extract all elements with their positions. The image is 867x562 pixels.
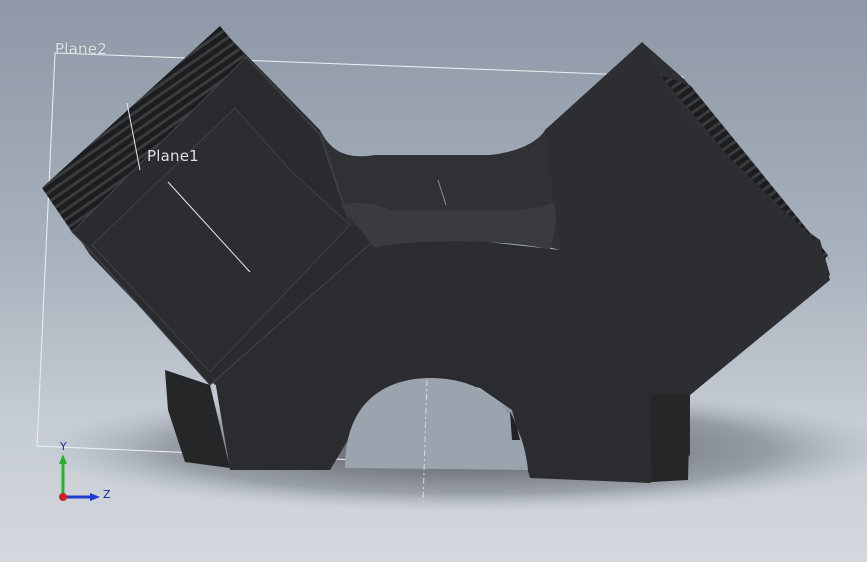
graphics-viewport[interactable]: Plane2 Plane1 Y Z (0, 0, 867, 562)
plane2-label[interactable]: Plane2 (55, 40, 107, 58)
model-canvas[interactable] (0, 0, 867, 562)
triad-y-label: Y (60, 440, 67, 453)
reference-triad: Y Z (50, 440, 130, 510)
triad-x-origin (59, 493, 67, 501)
triad-z-arrow (90, 493, 100, 501)
plane1-label[interactable]: Plane1 (147, 147, 199, 165)
right-leg (650, 395, 690, 482)
triad-y-arrow (59, 454, 67, 464)
triad-z-label: Z (103, 488, 111, 501)
